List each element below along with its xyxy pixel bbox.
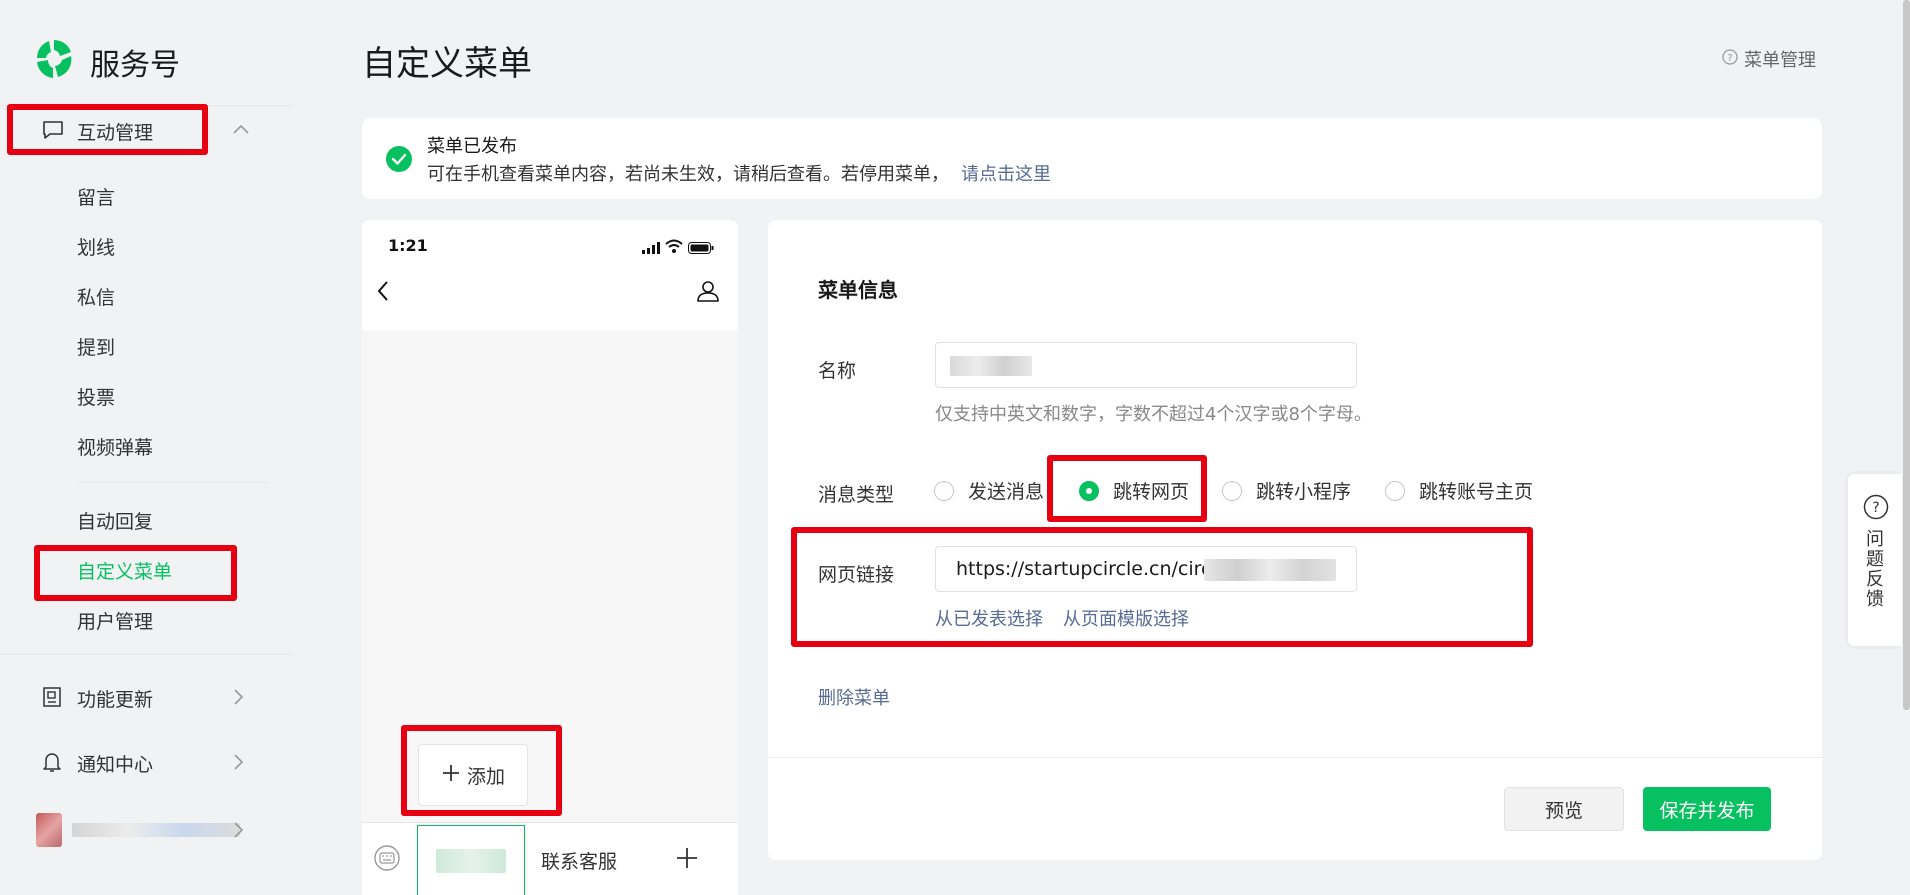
sidebar-item-auto-reply[interactable]: 自动回复 xyxy=(77,507,153,534)
notifications-label: 通知中心 xyxy=(77,754,154,776)
menu-tab-selected[interactable] xyxy=(417,825,525,895)
delete-menu-link[interactable]: 删除菜单 xyxy=(818,684,890,710)
add-submenu-button[interactable]: 添加 xyxy=(418,744,528,806)
publish-notice: 菜单已发布 可在手机查看菜单内容，若尚未生效，请稍后查看。若停用菜单， 请点击这里 xyxy=(362,118,1822,199)
book-icon xyxy=(42,686,62,712)
sidebar-item-danmaku[interactable]: 视频弹幕 xyxy=(77,433,153,460)
sidebar-group-interaction[interactable]: 互动管理 xyxy=(16,112,296,152)
preview-button[interactable]: 预览 xyxy=(1504,787,1624,831)
battery-icon xyxy=(688,239,714,258)
add-button-label: 添加 xyxy=(466,765,505,788)
help-link-label: 菜单管理 xyxy=(1744,50,1816,71)
sidebar-item-user-management[interactable]: 用户管理 xyxy=(77,607,153,634)
radio-circle xyxy=(934,480,954,501)
radio-send-message[interactable]: 发送消息 xyxy=(934,477,1044,504)
menu-tab-customer-service[interactable]: 联系客服 xyxy=(525,825,633,895)
name-hint: 仅支持中英文和数字，字数不超过4个汉字或8个字母。 xyxy=(935,404,1372,425)
chevron-right-icon xyxy=(232,753,244,775)
select-template-link[interactable]: 从页面模版选择 xyxy=(1063,605,1189,631)
sidebar-item-comments[interactable]: 留言 xyxy=(77,183,115,210)
check-circle-icon xyxy=(386,146,412,176)
radio-circle xyxy=(1385,480,1405,501)
radio-label: 发送消息 xyxy=(968,481,1045,503)
sidebar-item-custom-menu[interactable]: 自定义菜单 xyxy=(77,557,172,584)
radio-label: 跳转账号主页 xyxy=(1419,481,1534,503)
brand-name: 服务号 xyxy=(90,48,180,83)
account-name-blurred xyxy=(72,823,240,837)
svg-text:?: ? xyxy=(1872,500,1879,516)
message-type-label: 消息类型 xyxy=(818,484,895,506)
radio-jump-account-home[interactable]: 跳转账号主页 xyxy=(1385,477,1533,504)
select-published-link[interactable]: 从已发表选择 xyxy=(935,605,1043,631)
page-scrollbar[interactable] xyxy=(1903,0,1910,710)
feature-updates-label: 功能更新 xyxy=(77,689,154,711)
disable-menu-link[interactable]: 请点击这里 xyxy=(961,164,1051,185)
chevron-right-icon xyxy=(232,688,244,710)
phone-header: 1:21 xyxy=(362,220,738,330)
menu-info-panel: 菜单信息 名称 仅支持中英文和数字，字数不超过4个汉字或8个字母。 消息类型 发… xyxy=(768,220,1822,860)
question-circle-icon: ? xyxy=(1863,494,1889,524)
phone-time: 1:21 xyxy=(388,236,428,255)
question-circle-icon: ? xyxy=(1722,48,1738,70)
url-label: 网页链接 xyxy=(818,564,895,586)
sidebar-item-votes[interactable]: 投票 xyxy=(77,383,115,410)
save-publish-button[interactable]: 保存并发布 xyxy=(1643,787,1771,831)
add-menu-plus-icon[interactable] xyxy=(676,847,698,873)
notice-description: 可在手机查看菜单内容，若尚未生效，请稍后查看。若停用菜单， 请点击这里 xyxy=(427,160,1051,186)
divider xyxy=(0,105,293,106)
feedback-label: 问题反馈 xyxy=(1866,529,1884,610)
radio-jump-webpage[interactable]: 跳转网页 xyxy=(1079,477,1189,504)
signal-icon xyxy=(642,239,660,258)
section-title: 菜单信息 xyxy=(818,278,898,302)
menu-name-input[interactable] xyxy=(935,342,1357,388)
keyboard-icon[interactable] xyxy=(374,843,400,877)
service-account-logo-icon xyxy=(34,38,74,80)
sidebar: 服务号 互动管理 留言 划线 私信 提到 投票 视频弹幕 自动回复 自定义菜单 … xyxy=(0,0,300,895)
user-profile-icon[interactable] xyxy=(696,279,720,307)
notice-desc-text: 可在手机查看菜单内容，若尚未生效，请稍后查看。若停用菜单， xyxy=(427,164,949,185)
radio-jump-miniprogram[interactable]: 跳转小程序 xyxy=(1222,477,1351,504)
sidebar-item-mentions[interactable]: 提到 xyxy=(77,333,115,360)
sidebar-group-label: 互动管理 xyxy=(77,122,154,144)
radio-circle xyxy=(1222,480,1242,501)
notice-title: 菜单已发布 xyxy=(427,136,517,157)
radio-label: 跳转小程序 xyxy=(1256,481,1352,503)
phone-preview: 1:21 添加 联系客服 xyxy=(362,220,738,895)
wifi-icon xyxy=(665,238,683,257)
account-avatar xyxy=(36,813,62,847)
radio-label: 跳转网页 xyxy=(1113,481,1190,503)
url-value: https://startupcircle.cn/circle/ xyxy=(956,558,1235,580)
url-input[interactable]: https://startupcircle.cn/circle/ xyxy=(935,546,1357,592)
name-label: 名称 xyxy=(818,360,857,382)
plus-icon xyxy=(441,763,461,788)
menu-tab-name-blurred xyxy=(436,848,506,873)
svg-text:?: ? xyxy=(1727,53,1732,64)
menu-management-help-link[interactable]: ? 菜单管理 xyxy=(1722,46,1816,72)
divider xyxy=(77,482,269,483)
sidebar-item-underline[interactable]: 划线 xyxy=(77,233,115,260)
sidebar-item-feature-updates[interactable]: 功能更新 xyxy=(30,680,260,716)
radio-circle-checked xyxy=(1079,480,1099,501)
chevron-right-icon xyxy=(232,821,244,843)
divider xyxy=(768,757,1822,758)
url-suffix-blurred xyxy=(1204,559,1336,581)
name-value-blurred xyxy=(950,356,1032,376)
page-title: 自定义菜单 xyxy=(362,44,532,84)
back-arrow-icon[interactable] xyxy=(376,280,390,306)
bell-icon xyxy=(42,751,62,777)
account-switcher[interactable] xyxy=(36,811,260,849)
sidebar-item-notifications[interactable]: 通知中心 xyxy=(30,745,260,781)
phone-menu-bar: 联系客服 xyxy=(362,822,738,895)
chevron-up-icon[interactable] xyxy=(232,120,250,139)
message-square-icon xyxy=(42,120,64,144)
divider xyxy=(0,654,293,655)
feedback-widget[interactable]: ? 问题反馈 xyxy=(1848,474,1902,646)
sidebar-item-messages[interactable]: 私信 xyxy=(77,283,115,310)
